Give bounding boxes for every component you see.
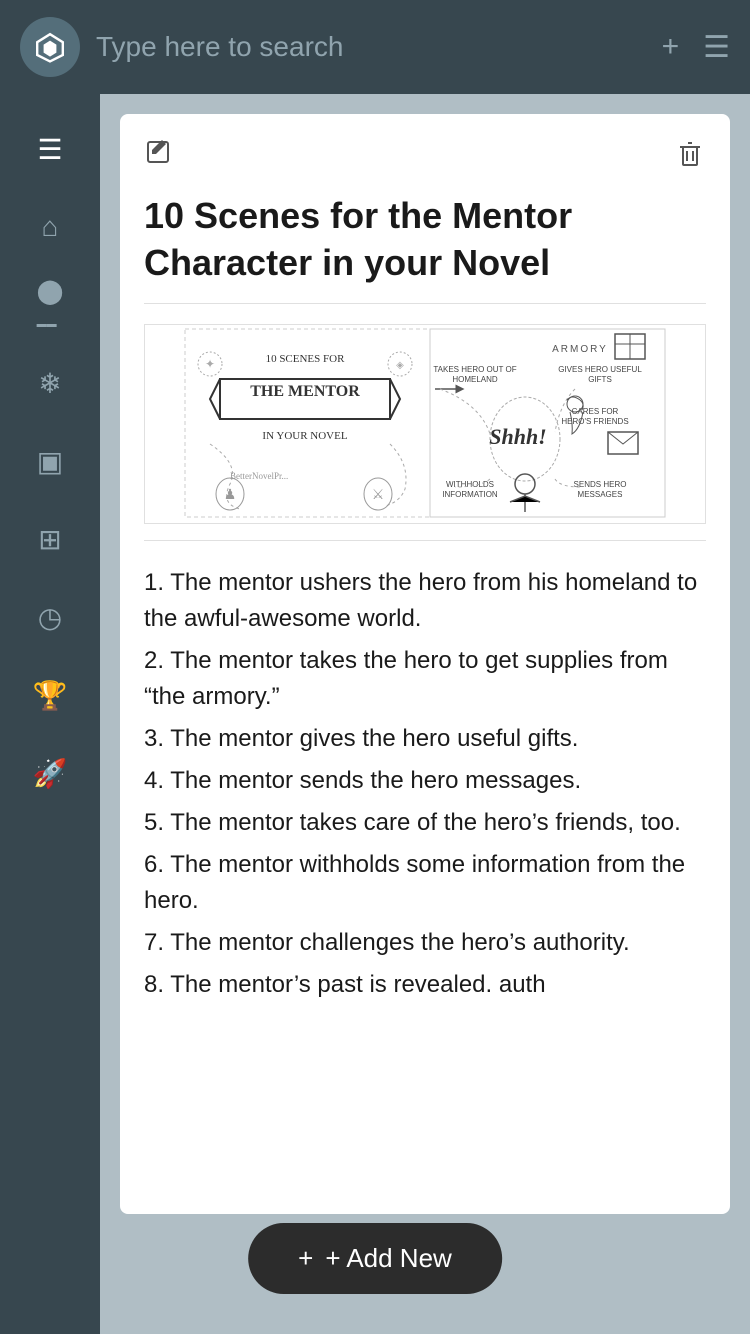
content-item-4: 4. The mentor sends the hero messages. [144,763,706,799]
sidebar-item-columns[interactable]: ▣ [0,426,100,496]
svg-text:WITHHOLDS: WITHHOLDS [446,480,494,489]
svg-text:THE MENTOR: THE MENTOR [250,383,360,400]
snowflake-icon: ❄ [38,367,61,400]
edit-button[interactable] [144,138,176,177]
menu-icon[interactable]: ☰ [703,30,730,65]
rocket-icon: 🚀 [33,757,68,790]
content-item-2: 2. The mentor takes the hero to get supp… [144,643,706,715]
delete-button[interactable] [674,138,706,177]
columns-icon: ▣ [37,445,63,478]
home-icon: ⌂ [42,211,59,243]
note-card: 10 Scenes for the Mentor Character in yo… [120,114,730,1214]
svg-text:INFORMATION: INFORMATION [442,490,498,499]
add-icon[interactable]: + [662,30,680,64]
note-content: 1. The mentor ushers the hero from his h… [144,565,706,1003]
svg-text:TAKES HERO OUT OF: TAKES HERO OUT OF [433,365,516,374]
grid-icon: ⊞ [38,523,61,556]
sidebar-item-snowflake[interactable]: ❄ [0,348,100,418]
header: + ☰ [0,0,750,94]
svg-text:Shhh!: Shhh! [489,424,547,449]
svg-text:GIFTS: GIFTS [588,375,612,384]
sidebar-item-trophy[interactable]: 🏆 [0,660,100,730]
add-new-icon: + [298,1243,313,1274]
menu-icon: ☰ [37,133,62,166]
svg-text:GIVES HERO USEFUL: GIVES HERO USEFUL [558,365,642,374]
svg-text:MESSAGES: MESSAGES [578,490,623,499]
header-actions: + ☰ [662,30,730,65]
note-title: 10 Scenes for the Mentor Character in yo… [144,193,706,304]
sidebar-item-menu[interactable]: ☰ [0,114,100,184]
trophy-icon: 🏆 [33,679,68,712]
note-card-actions [144,138,706,177]
app-logo[interactable] [20,17,80,77]
sidebar: ☰ ⌂ ⬤▬▬ ❄ ▣ ⊞ ◷ 🏆 🚀 [0,94,100,1334]
content-item-1: 1. The mentor ushers the hero from his h… [144,565,706,637]
svg-text:SENDS HERO: SENDS HERO [574,480,627,489]
search-input[interactable] [96,31,662,63]
sidebar-item-history[interactable]: ◷ [0,582,100,652]
svg-text:◈: ◈ [396,360,404,371]
sidebar-item-grid[interactable]: ⊞ [0,504,100,574]
content-item-7: 7. Th​e mentor challenges the hero’s aut… [144,925,706,961]
content-item-6: 6. The mentor withholds some information… [144,847,706,919]
svg-text:HOMELAND: HOMELAND [452,375,498,384]
svg-text:IN YOUR NOVEL: IN YOUR NOVEL [262,430,347,442]
note-image-container: 10 SCENES FOR THE MENTOR IN YOUR NOVEL ✦… [144,324,706,541]
add-new-label: + Add New [325,1243,451,1274]
add-new-bar[interactable]: + + Add New [248,1223,502,1294]
svg-text:♟: ♟ [224,486,237,502]
note-image: 10 SCENES FOR THE MENTOR IN YOUR NOVEL ✦… [144,324,706,524]
svg-text:BetterNovelPr...: BetterNovelPr... [230,471,288,481]
database-icon: ⬤▬▬ [37,277,64,334]
sidebar-item-home[interactable]: ⌂ [0,192,100,262]
content-item-8: 8. The mentor’s past is revealed. auth​ [144,967,706,1003]
content-item-3: 3. The mentor gives the hero useful gift… [144,721,706,757]
history-icon: ◷ [38,601,62,634]
main-content: 10 Scenes for the Mentor Character in yo… [100,94,750,1334]
svg-text:✦: ✦ [205,357,215,371]
svg-text:ARMORY: ARMORY [552,344,608,355]
content-item-5: 5. The mentor takes care of the hero’s f… [144,805,706,841]
sidebar-item-database[interactable]: ⬤▬▬ [0,270,100,340]
svg-text:10 SCENES FOR: 10 SCENES FOR [266,353,346,365]
sidebar-item-rocket[interactable]: 🚀 [0,738,100,808]
svg-text:⚔: ⚔ [372,486,385,502]
